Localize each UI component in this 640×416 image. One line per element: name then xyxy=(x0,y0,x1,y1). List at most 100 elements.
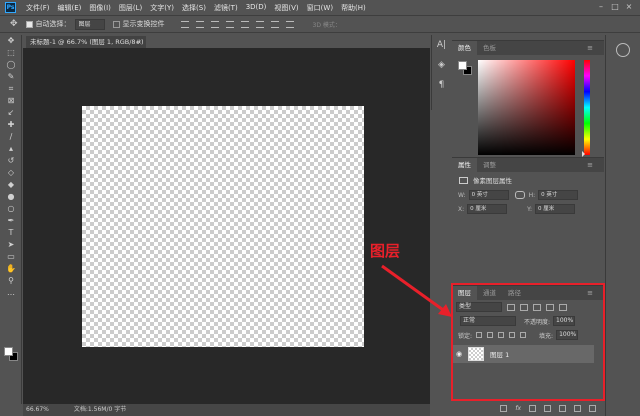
paragraph-panel-icon[interactable]: ¶ xyxy=(432,75,451,95)
path-select-icon[interactable]: ➤ xyxy=(0,239,22,251)
auto-select-checkbox[interactable] xyxy=(25,20,33,28)
dodge-icon[interactable]: ○ xyxy=(0,203,22,215)
x-field[interactable]: 0 厘米 xyxy=(467,204,508,214)
menu-window[interactable]: 窗口(W) xyxy=(307,3,333,13)
lasso-icon[interactable]: ◯ xyxy=(0,59,22,71)
brush-icon[interactable]: ∕ xyxy=(0,131,22,143)
menu-3d[interactable]: 3D(D) xyxy=(246,3,267,13)
add-mask-icon[interactable] xyxy=(529,404,536,412)
menu-layer[interactable]: 图层(L) xyxy=(119,3,142,13)
y-label: Y: xyxy=(527,205,533,213)
history-brush-icon[interactable]: ↺ xyxy=(0,155,22,167)
height-field[interactable]: 0 英寸 xyxy=(538,190,579,200)
saturation-value-field[interactable] xyxy=(478,60,575,155)
tab-color[interactable]: 颜色 xyxy=(452,41,477,55)
panel-menu-icon[interactable]: ≡ xyxy=(581,41,599,55)
new-layer-icon[interactable] xyxy=(574,404,581,412)
align-bottom-icon[interactable] xyxy=(210,20,219,28)
minimize-icon[interactable]: – xyxy=(594,2,608,11)
y-field[interactable]: 0 厘米 xyxy=(535,204,576,214)
x-label: X: xyxy=(458,205,465,213)
new-group-icon[interactable] xyxy=(559,404,566,412)
menu-filter[interactable]: 滤镜(T) xyxy=(214,3,238,13)
trash-icon[interactable] xyxy=(589,404,596,412)
blur-icon[interactable]: ● xyxy=(0,191,22,203)
healing-brush-icon[interactable]: ✚ xyxy=(0,119,22,131)
menu-select[interactable]: 选择(S) xyxy=(182,3,206,13)
canvas-workspace xyxy=(23,48,430,404)
menu-file[interactable]: 文件(F) xyxy=(26,3,50,13)
transform-controls-label: 显示变换控件 xyxy=(122,20,165,28)
transform-controls-checkbox[interactable] xyxy=(112,20,120,28)
height-label: H: xyxy=(528,191,536,199)
align-hcenter-icon[interactable] xyxy=(240,20,249,28)
document-info: 文档:1.56M/0 字节 xyxy=(73,406,127,413)
eyedropper-icon[interactable]: ↙ xyxy=(0,107,22,119)
position-row: X: 0 厘米 Y: 0 厘米 xyxy=(452,202,604,216)
distribute-icon[interactable] xyxy=(270,20,279,28)
properties-panel-tabs: 属性 调整 ≡ xyxy=(452,158,604,172)
menu-bar: Ps 文件(F) 编辑(E) 图像(I) 图层(L) 文字(Y) 选择(S) 滤… xyxy=(0,0,640,15)
document-tab-title: 未标题-1 @ 66.7% (图层 1, RGB/8#) xyxy=(30,38,144,46)
menu-view[interactable]: 视图(V) xyxy=(274,3,298,13)
type-icon[interactable]: T xyxy=(0,227,22,239)
hand-icon[interactable]: ✋ xyxy=(0,263,22,275)
width-field[interactable]: 0 英寸 xyxy=(468,190,509,200)
link-layers-icon[interactable] xyxy=(500,404,508,412)
document-tab[interactable]: 未标题-1 @ 66.7% (图层 1, RGB/8#) × xyxy=(26,35,146,48)
auto-select-dropdown[interactable]: 图层 xyxy=(74,18,105,30)
more-tools-icon[interactable]: … xyxy=(0,287,22,299)
align-right-icon[interactable] xyxy=(255,20,264,28)
zoom-icon[interactable]: ⚲ xyxy=(0,275,22,287)
auto-select-label: 自动选择： xyxy=(35,20,71,28)
layers-bottom-toolbar: fx xyxy=(452,400,604,416)
picker-foreground-swatch[interactable] xyxy=(458,61,467,70)
color-panel-tabs: 颜色 色板 ≡ xyxy=(452,41,604,55)
status-bar: 66.67% 文档:1.56M/0 字节 xyxy=(23,404,430,416)
paint-bucket-icon[interactable]: ◆ xyxy=(0,179,22,191)
fx-icon[interactable]: fx xyxy=(515,405,521,412)
crop-icon[interactable]: ⌗ xyxy=(0,83,22,95)
menu-help[interactable]: 帮助(H) xyxy=(341,3,366,13)
quick-select-icon[interactable]: ✎ xyxy=(0,71,22,83)
marquee-icon[interactable]: ⬚ xyxy=(0,47,22,59)
window-controls: – □ × xyxy=(594,2,636,11)
3d-panel-icon[interactable]: ◈ xyxy=(432,55,451,75)
photoshop-logo-icon: Ps xyxy=(5,2,16,13)
panel-menu-icon[interactable]: ≡ xyxy=(581,158,599,172)
clone-stamp-icon[interactable]: ▴ xyxy=(0,143,22,155)
link-icon[interactable] xyxy=(514,191,525,199)
color-panel: 颜色 色板 ≡ xyxy=(452,40,604,157)
collapsed-panels: A| ◈ ¶ xyxy=(431,35,451,110)
tab-adjustments[interactable]: 调整 xyxy=(477,158,502,172)
align-vcenter-icon[interactable] xyxy=(195,20,204,28)
move-icon[interactable]: ✥ xyxy=(0,35,22,47)
properties-panel: 属性 调整 ≡ 像素图层属性 W: 0 英寸 H: 0 英寸 X: 0 厘米 Y… xyxy=(452,157,604,275)
tools-panel: ✥ ⬚ ◯ ✎ ⌗ ⊠ ↙ ✚ ∕ ▴ ↺ ◇ ◆ ● ○ ✒ T ➤ ▭ ✋ … xyxy=(0,35,22,404)
menu-image[interactable]: 图像(I) xyxy=(89,3,111,13)
document-canvas[interactable] xyxy=(82,106,364,347)
align-top-icon[interactable] xyxy=(180,20,189,28)
character-panel-icon[interactable]: A| xyxy=(432,35,451,55)
menu-type[interactable]: 文字(Y) xyxy=(150,3,174,13)
foreground-color-swatch[interactable] xyxy=(4,347,13,356)
pixel-layer-icon xyxy=(459,176,468,184)
zoom-level[interactable]: 66.67% xyxy=(26,404,49,416)
shape-icon[interactable]: ▭ xyxy=(0,251,22,263)
right-panel-strip xyxy=(605,35,640,416)
align-left-icon[interactable] xyxy=(225,20,234,28)
eraser-icon[interactable]: ◇ xyxy=(0,167,22,179)
menu-edit[interactable]: 编辑(E) xyxy=(58,3,82,13)
distribute-h-icon[interactable] xyxy=(285,20,294,28)
hue-slider[interactable] xyxy=(584,60,590,155)
close-icon[interactable]: × xyxy=(622,2,636,11)
frame-icon[interactable]: ⊠ xyxy=(0,95,22,107)
maximize-icon[interactable]: □ xyxy=(608,2,622,11)
tab-properties[interactable]: 属性 xyxy=(452,158,477,172)
learn-panel-icon[interactable] xyxy=(616,43,630,57)
tab-swatches[interactable]: 色板 xyxy=(477,41,502,55)
pen-icon[interactable]: ✒ xyxy=(0,215,22,227)
move-tool-icon[interactable]: ✥ xyxy=(10,19,18,29)
annotation-label: 图层 xyxy=(370,242,401,260)
adjustment-layer-icon[interactable] xyxy=(544,404,551,412)
